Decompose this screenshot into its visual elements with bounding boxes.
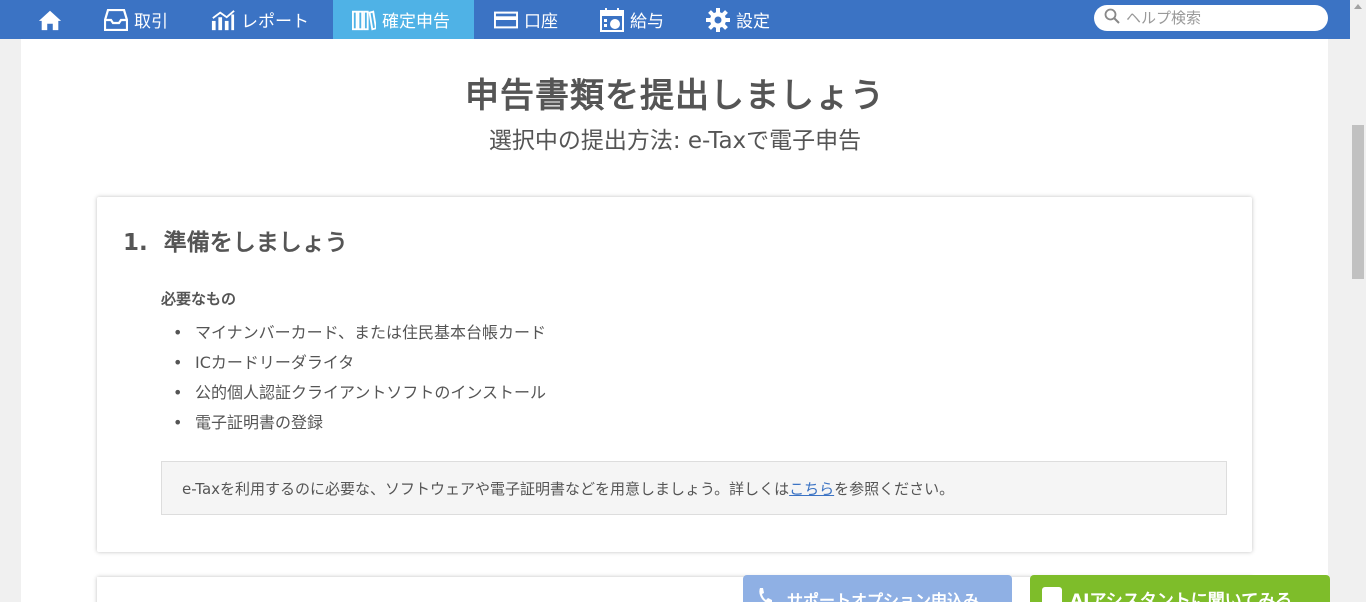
chart-icon xyxy=(211,8,235,32)
nav-label: 取引 xyxy=(134,12,168,32)
note-text: e-Taxを利用するのに必要な、ソフトウェアや電子証明書などを用意しましょう。詳… xyxy=(182,479,790,498)
nav-label: 確定申告 xyxy=(382,12,450,32)
page-title: 申告書類を提出しましょう xyxy=(465,76,885,116)
search-input[interactable] xyxy=(1126,9,1316,27)
note-text-end: を参照ください。 xyxy=(834,479,955,498)
section-title: 1. 準備をしましょう xyxy=(123,230,348,256)
ai-assistant-button[interactable]: AIアシスタントに聞いてみる xyxy=(1030,575,1330,602)
nav-transactions[interactable]: 取引 xyxy=(104,0,168,39)
list-item: 公的個人認証クライアントソフトのインストール xyxy=(173,378,546,408)
prepare-section-card: 1. 準備をしましょう 必要なもの マイナンバーカード、または住民基本台帳カード… xyxy=(97,197,1252,552)
nav-payroll[interactable]: 給与 xyxy=(600,0,664,39)
nav-home[interactable] xyxy=(38,0,68,39)
nav-accounts[interactable]: 口座 xyxy=(494,0,558,39)
nav-label: 設定 xyxy=(736,12,770,32)
search-icon xyxy=(1104,8,1120,28)
nav-tax-return[interactable]: 確定申告 xyxy=(333,0,474,39)
nav-reports[interactable]: レポート xyxy=(211,0,309,39)
nav-label: レポート xyxy=(241,12,309,32)
phone-icon xyxy=(757,587,773,602)
requirements-heading: 必要なもの xyxy=(161,290,237,308)
scroll-up-arrow-icon[interactable] xyxy=(1354,4,1362,9)
books-icon xyxy=(352,8,376,32)
support-option-button[interactable]: サポートオプション申込み xyxy=(743,575,1012,602)
home-icon xyxy=(38,8,62,32)
card-icon xyxy=(494,8,518,32)
requirements-list: マイナンバーカード、または住民基本台帳カード ICカードリーダライタ 公的個人認… xyxy=(173,318,546,438)
list-item: ICカードリーダライタ xyxy=(173,348,546,378)
ai-label: AIアシスタントに聞いてみる xyxy=(1070,591,1293,602)
chat-icon xyxy=(1042,587,1062,602)
page-subtitle: 選択中の提出方法: e-Taxで電子申告 xyxy=(488,128,862,154)
calendar-icon xyxy=(600,7,624,32)
scrollbar-thumb[interactable] xyxy=(1352,125,1364,279)
help-search[interactable] xyxy=(1094,5,1328,31)
nav-settings[interactable]: 設定 xyxy=(706,0,770,39)
support-label: サポートオプション申込み xyxy=(787,591,980,602)
list-item: マイナンバーカード、または住民基本台帳カード xyxy=(173,318,546,348)
nav-label: 給与 xyxy=(630,12,664,32)
details-link[interactable]: こちら xyxy=(789,478,834,499)
scrollbar[interactable] xyxy=(1350,0,1366,602)
info-note: e-Taxを利用するのに必要な、ソフトウェアや電子証明書などを用意しましょう。詳… xyxy=(161,461,1227,515)
list-item: 電子証明書の登録 xyxy=(173,408,546,438)
gear-icon xyxy=(706,7,730,32)
top-nav: 取引 レポート 確定申告 口座 給与 設定 xyxy=(0,0,1350,39)
inbox-icon xyxy=(104,8,128,32)
nav-label: 口座 xyxy=(524,12,558,32)
